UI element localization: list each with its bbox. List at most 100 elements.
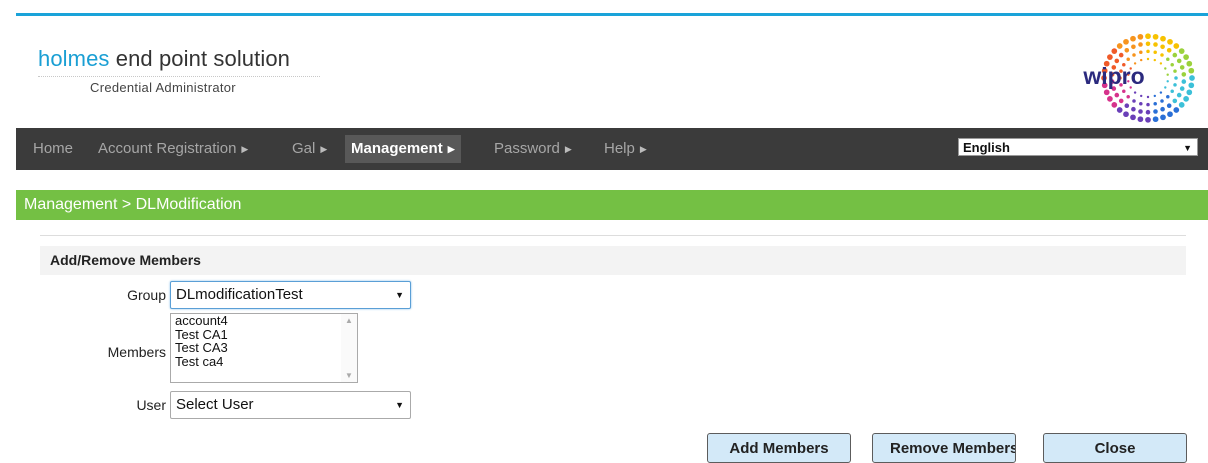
logo-dot [1164, 86, 1167, 89]
breadcrumb: Management > DLModification [24, 196, 242, 213]
logo-dot [1179, 65, 1185, 70]
group-select[interactable]: DLmodificationTest ▼ [170, 281, 411, 309]
logo-dot [1139, 50, 1143, 55]
logo-dot [1146, 49, 1150, 54]
logo-dot [1118, 52, 1124, 58]
logo-dot [1166, 48, 1172, 53]
logo-dot [1186, 89, 1193, 96]
list-item[interactable]: Test ca4 [171, 354, 357, 369]
list-item[interactable]: account4 [171, 314, 357, 328]
scroll-up-arrow-icon[interactable]: ▲ [345, 316, 353, 325]
logo-dot [1166, 73, 1169, 76]
logo-dot [1189, 75, 1195, 81]
logo-dot [1140, 58, 1143, 62]
brand-header: holmes end point solution Credential Adm… [38, 46, 320, 95]
nav-management[interactable]: Management ▶ [345, 135, 461, 163]
members-listbox[interactable]: account4 Test CA1 Test CA3 Test ca4 ▲ ▼ [170, 313, 358, 383]
logo-dot [1123, 38, 1129, 45]
section-divider [40, 235, 1186, 236]
logo-dot [1107, 96, 1113, 102]
logo-dot [1183, 54, 1189, 60]
nav-help[interactable]: Help ▶ [604, 128, 647, 170]
logo-dot [1152, 116, 1159, 123]
members-label: Members [107, 344, 166, 360]
logo-dot [1124, 48, 1130, 53]
chevron-down-icon: ▼ [395, 400, 404, 410]
logo-dot [1176, 58, 1182, 64]
logo-dot [1132, 99, 1136, 103]
logo-dot [1153, 109, 1158, 114]
logo-dot [1130, 114, 1136, 121]
logo-dot [1126, 95, 1130, 99]
members-scrollbar[interactable]: ▲ ▼ [341, 314, 357, 382]
logo-dot [1118, 98, 1124, 104]
nav-home[interactable]: Home [33, 128, 73, 170]
logo-dot [1160, 44, 1165, 50]
logo-dot [1123, 111, 1129, 118]
list-item[interactable]: Test CA3 [171, 341, 357, 355]
logo-dot [1126, 57, 1130, 61]
group-label: Group [127, 287, 166, 303]
add-members-button[interactable]: Add Members [707, 433, 851, 463]
logo-dot [1146, 57, 1150, 61]
logo-dot [1160, 53, 1164, 57]
logo-dot [1183, 96, 1189, 102]
wipro-logo: wipro [1082, 33, 1195, 123]
logo-dot [1176, 92, 1182, 98]
logo-dot [1166, 80, 1169, 83]
logo-dot [1153, 50, 1157, 55]
nav-password[interactable]: Password ▶ [494, 128, 572, 170]
submenu-arrow-icon: ▶ [241, 144, 249, 154]
logo-dot [1160, 114, 1166, 121]
logo-dot [1132, 53, 1136, 57]
logo-dot [1114, 92, 1120, 98]
section-header: Add/Remove Members [40, 246, 1186, 275]
logo-dot [1170, 89, 1174, 94]
logo-dot [1138, 109, 1143, 114]
logo-dot [1173, 43, 1180, 49]
language-select[interactable]: English ▼ [958, 138, 1198, 156]
logo-dot [1173, 69, 1177, 73]
logo-dot [1170, 62, 1174, 67]
logo-dot [1159, 62, 1163, 65]
logo-dot [1188, 67, 1195, 74]
logo-dot [1181, 79, 1187, 84]
logo-dot [1137, 116, 1144, 123]
logo-dot [1172, 52, 1178, 58]
logo-dot [1137, 33, 1144, 40]
title-divider [38, 76, 320, 77]
logo-dot [1111, 48, 1118, 54]
logo-dot [1107, 54, 1113, 60]
logo-dot [1173, 83, 1177, 87]
logo-dot [1145, 41, 1151, 47]
remove-members-button[interactable]: Remove Members [872, 433, 1016, 463]
logo-dot [1186, 60, 1193, 67]
list-item[interactable]: Test CA1 [171, 327, 357, 342]
logo-dot [1124, 103, 1130, 108]
scroll-down-arrow-icon[interactable]: ▼ [345, 371, 353, 380]
logo-dot [1139, 101, 1143, 106]
logo-dot [1178, 48, 1185, 54]
user-select[interactable]: Select User ▼ [170, 391, 411, 419]
logo-dot [1145, 109, 1151, 115]
user-label: User [136, 397, 166, 413]
logo-dot [1140, 94, 1143, 98]
nav-account-registration[interactable]: Account Registration ▶ [98, 128, 248, 170]
logo-dot [1145, 33, 1151, 40]
submenu-arrow-icon: ▶ [639, 144, 647, 154]
app-title: holmes end point solution [38, 46, 291, 71]
close-button[interactable]: Close [1043, 433, 1187, 463]
logo-dot [1103, 89, 1110, 96]
logo-dot [1131, 44, 1136, 50]
logo-dot [1116, 107, 1123, 113]
logo-dot [1146, 95, 1150, 99]
logo-dot [1181, 72, 1187, 77]
logo-dot [1131, 106, 1136, 112]
section-title: Add/Remove Members [50, 252, 201, 268]
logo-dot [1167, 111, 1173, 118]
logo-dot [1167, 38, 1173, 45]
nav-gal[interactable]: Gal ▶ [292, 128, 327, 170]
logo-dot [1145, 116, 1151, 123]
logo-dot [1159, 91, 1163, 94]
logo-dot [1173, 107, 1180, 113]
